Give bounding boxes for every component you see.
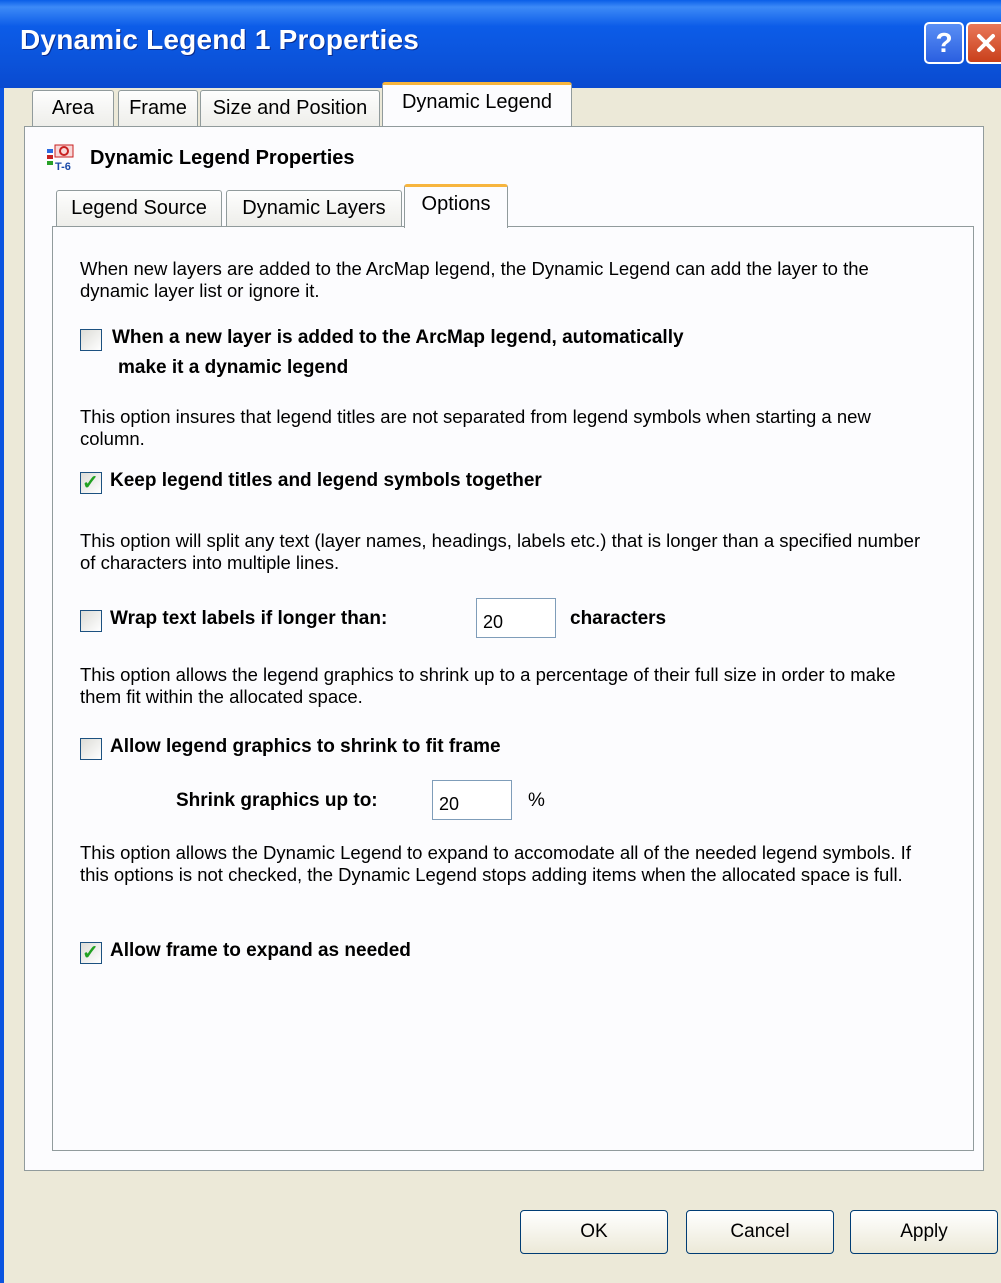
description-new-layers: When new layers are added to the ArcMap … — [80, 258, 869, 301]
keep-together-label: Keep legend titles and legend symbols to… — [110, 470, 542, 491]
tab-frame[interactable]: Frame — [118, 90, 198, 126]
apply-button[interactable]: Apply — [850, 1210, 998, 1254]
window-title: Dynamic Legend 1 Properties — [20, 24, 420, 55]
check-mark-icon: ✓ — [82, 472, 99, 494]
description-expand: This option allows the Dynamic Legend to… — [80, 842, 911, 885]
tab-legend-source[interactable]: Legend Source — [56, 190, 222, 226]
wrap-text-label: Wrap text labels if longer than: — [110, 608, 388, 629]
wrap-length-input[interactable] — [476, 598, 556, 638]
panel-title: Dynamic Legend Properties — [90, 146, 355, 169]
help-button[interactable]: ? — [924, 22, 964, 64]
expand-label: Allow frame to expand as needed — [110, 940, 411, 961]
description-wrap-text: This option will split any text (layer n… — [80, 530, 921, 573]
close-button[interactable] — [966, 22, 1001, 64]
check-mark-icon: ✓ — [82, 942, 99, 964]
shrink-amount-label: Shrink graphics up to: — [176, 790, 378, 811]
auto-dynamic-label-line2: make it a dynamic legend — [118, 357, 349, 378]
auto-dynamic-checkbox[interactable] — [80, 329, 102, 351]
dynamic-legend-icon: T-6 — [47, 144, 74, 173]
shrink-checkbox[interactable] — [80, 738, 102, 760]
cancel-button[interactable]: Cancel — [686, 1210, 834, 1254]
shrink-unit-label: % — [528, 790, 545, 811]
expand-checkbox[interactable]: ✓ — [80, 942, 102, 964]
auto-dynamic-label-line1: When a new layer is added to the ArcMap … — [112, 327, 684, 348]
tab-size-and-position[interactable]: Size and Position — [200, 90, 380, 126]
wrap-unit-label: characters — [570, 608, 667, 629]
shrink-label: Allow legend graphics to shrink to fit f… — [110, 736, 501, 757]
title-bar[interactable]: Dynamic Legend 1 Properties ? — [0, 0, 1001, 88]
wrap-text-checkbox[interactable] — [80, 610, 102, 632]
tab-area[interactable]: Area — [32, 90, 114, 126]
shrink-percent-input[interactable] — [432, 780, 512, 820]
keep-together-checkbox[interactable]: ✓ — [80, 472, 102, 494]
close-icon — [977, 34, 995, 52]
description-shrink: This option allows the legend graphics t… — [80, 664, 896, 707]
help-icon: ? — [935, 27, 953, 58]
tab-options[interactable]: Options — [404, 184, 508, 228]
panel-header: T-6 Dynamic Legend Properties — [46, 143, 355, 173]
tab-dynamic-legend[interactable]: Dynamic Legend — [382, 82, 572, 126]
tab-dynamic-layers[interactable]: Dynamic Layers — [226, 190, 402, 226]
description-keep-together: This option insures that legend titles a… — [80, 406, 871, 449]
svg-text:T-6: T-6 — [55, 161, 71, 173]
ok-button[interactable]: OK — [520, 1210, 668, 1254]
